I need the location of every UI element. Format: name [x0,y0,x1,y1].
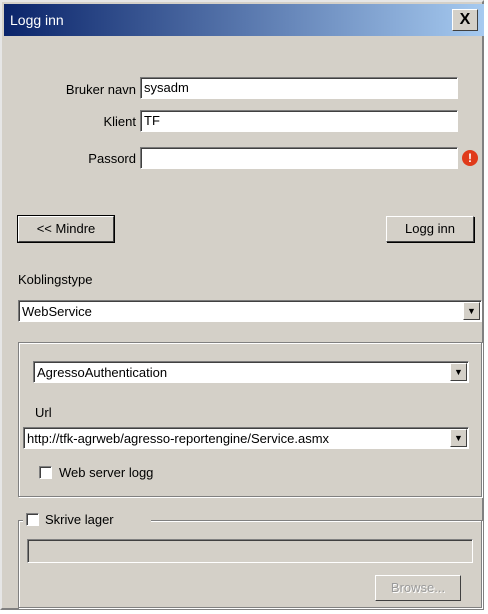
chevron-down-icon[interactable]: ▼ [450,429,467,447]
connection-type-label: Koblingstype [18,272,93,287]
storage-checkbox[interactable] [26,513,39,526]
web-server-log-checkbox[interactable] [39,466,52,479]
connection-type-value: WebService [22,304,92,319]
error-icon: ! [462,150,478,166]
connection-type-select[interactable]: WebService ▼ [18,300,482,322]
chevron-down-icon[interactable]: ▼ [463,302,480,320]
password-field[interactable] [140,147,458,169]
browse-button[interactable]: Browse... [375,575,461,601]
storage-label: Skrive lager [45,512,114,527]
url-value: http://tfk-agrweb/agresso-reportengine/S… [27,431,330,446]
url-select[interactable]: http://tfk-agrweb/agresso-reportengine/S… [23,427,469,449]
login-window: Logg inn X Bruker navn sysadm Klient TF … [0,0,484,610]
client-field[interactable]: TF [140,110,458,132]
less-button[interactable]: << Mindre [17,215,115,243]
password-label: Passord [88,151,136,166]
chevron-down-icon[interactable]: ▼ [450,363,467,381]
username-label: Bruker navn [65,82,136,97]
window-title: Logg inn [10,12,64,28]
storage-legend: Skrive lager [23,511,151,529]
login-button[interactable]: Logg inn [386,216,474,242]
storage-group: Skrive lager Browse... [18,511,482,608]
web-server-log-label: Web server logg [59,465,154,480]
title-bar[interactable]: Logg inn X [4,4,484,36]
storage-path-field[interactable] [27,539,473,563]
close-button[interactable]: X [452,9,478,31]
url-label: Url [35,405,52,420]
username-field[interactable]: sysadm [140,77,458,99]
client-label: Klient [103,114,136,129]
auth-select[interactable]: AgressoAuthentication ▼ [33,361,469,383]
connection-settings-group: AgressoAuthentication ▼ Url http://tfk-a… [18,342,482,497]
auth-value: AgressoAuthentication [37,365,168,380]
